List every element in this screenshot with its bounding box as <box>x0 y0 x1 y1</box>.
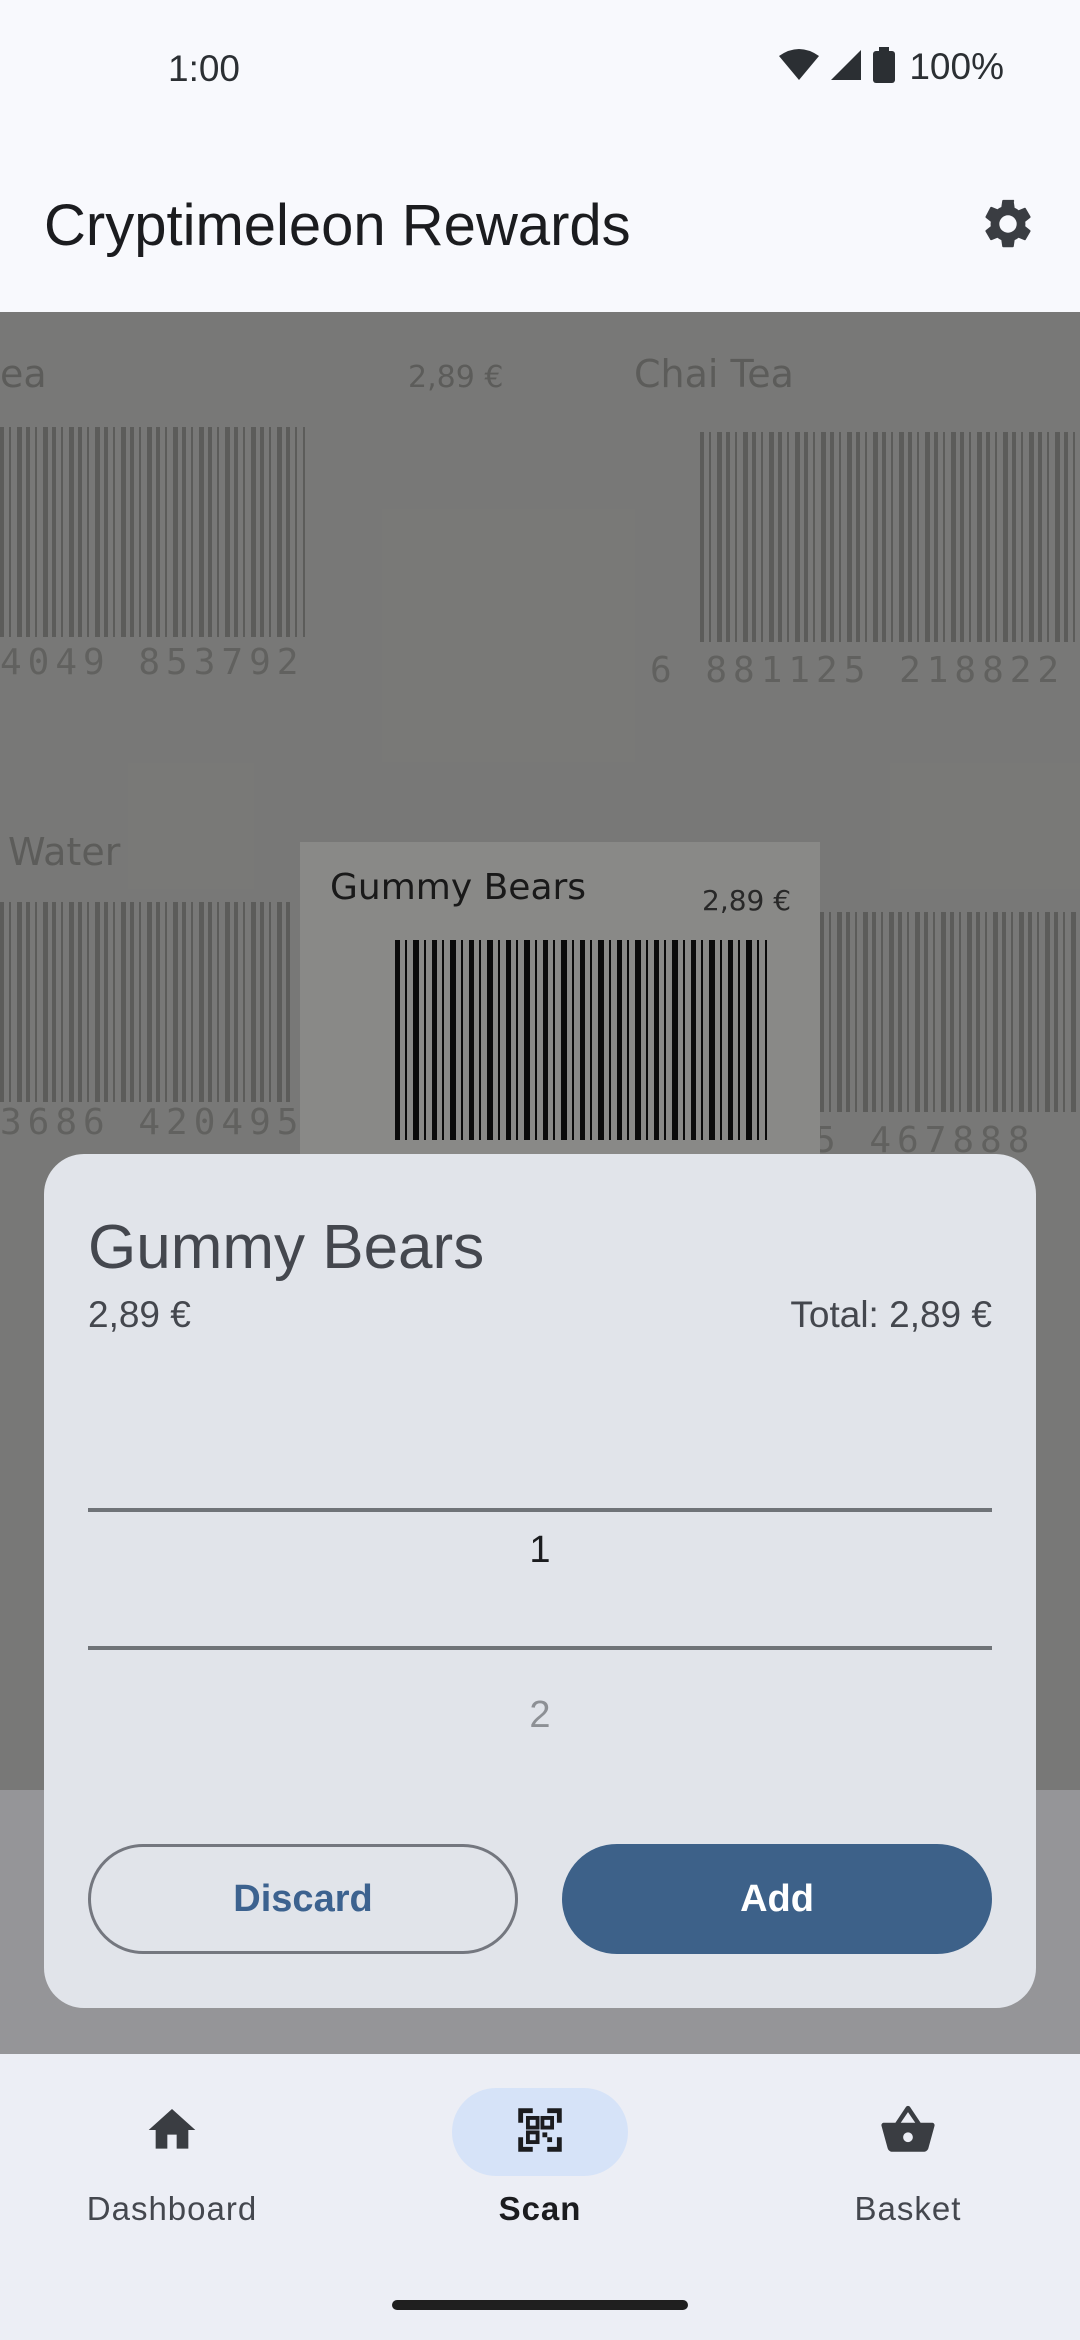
nav-active-indicator <box>452 2088 628 2176</box>
bottom-navigation: Dashboard Scan Basket <box>0 2054 1080 2340</box>
unit-price: 2,89 € <box>88 1294 191 1335</box>
battery-percentage: 100% <box>909 46 1004 87</box>
add-to-basket-dialog: Gummy Bears 2,89 € Total: 2,89 € 1 2 Dis… <box>44 1154 1036 2008</box>
settings-button[interactable] <box>966 184 1050 268</box>
discard-button-label: Discard <box>233 1877 373 1920</box>
quantity-selected[interactable]: 1 <box>88 1529 992 1572</box>
add-button-label: Add <box>740 1877 814 1920</box>
status-icons: 100% <box>779 46 1004 88</box>
status-time: 1:00 <box>168 48 241 89</box>
picker-divider-top <box>88 1508 992 1512</box>
nav-label-basket: Basket <box>854 2190 962 2227</box>
status-bar: 1:00 100% <box>0 0 1080 140</box>
app-bar: Cryptimeleon Rewards <box>0 140 1080 312</box>
nav-item-dashboard[interactable]: Dashboard <box>22 2088 322 2228</box>
home-icon <box>144 2102 200 2163</box>
quantity-picker[interactable]: 1 2 <box>88 1394 992 1736</box>
nav-icon-container <box>820 2088 996 2176</box>
home-gesture-bar[interactable] <box>392 2300 688 2310</box>
quantity-next-option[interactable]: 2 <box>88 1694 992 1737</box>
qr-code-scanner-icon <box>511 2101 569 2164</box>
nav-item-basket[interactable]: Basket <box>758 2088 1058 2228</box>
scan-screen: 1:00 100% Cryptimeleon Rewards ea 2,89 € <box>0 0 1080 2340</box>
basket-icon <box>879 2101 937 2164</box>
nav-icon-container <box>84 2088 260 2176</box>
nav-label-scan: Scan <box>498 2190 582 2227</box>
total-price: Total: 2,89 € <box>790 1294 992 1335</box>
battery-icon <box>873 46 896 88</box>
discard-button[interactable]: Discard <box>88 1844 518 1954</box>
cell-signal-icon <box>829 48 863 87</box>
add-button[interactable]: Add <box>562 1844 992 1954</box>
nav-label-dashboard: Dashboard <box>86 2190 258 2227</box>
wifi-icon <box>779 48 820 87</box>
app-title: Cryptimeleon Rewards <box>44 193 631 258</box>
gear-icon <box>979 195 1037 258</box>
nav-item-scan[interactable]: Scan <box>390 2088 690 2228</box>
dialog-title: Gummy Bears <box>88 1213 485 1282</box>
picker-divider-bottom <box>88 1646 992 1650</box>
